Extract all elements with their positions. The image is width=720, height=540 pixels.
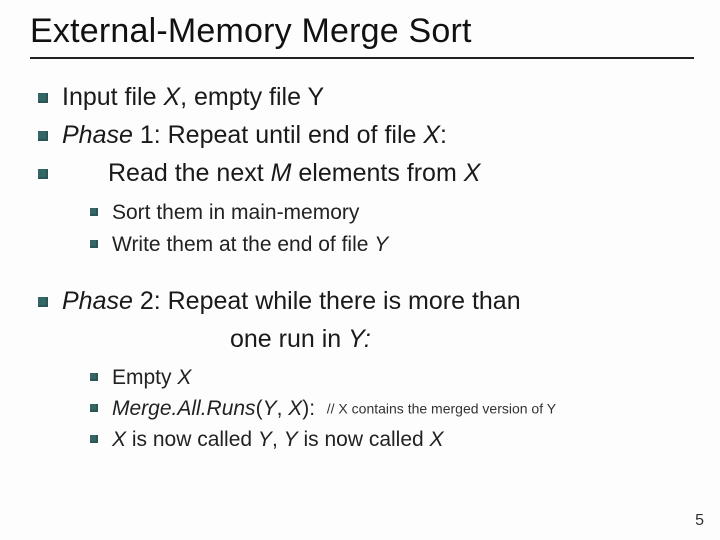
subbullet-empty-x: Empty X [86,363,694,392]
bullet-phase-2-cont: one run in Y: [30,323,694,357]
subbullet-sort: Sort them in main-memory [86,198,694,227]
text: Sort them in main-memory [112,201,359,224]
text: , [272,428,284,451]
spacer [30,271,694,285]
text: Empty [112,366,177,389]
var-x: X [163,83,180,111]
text: is now called [298,428,430,451]
text: 2: Repeat while there is more than [133,287,521,315]
text: Input file [62,83,163,111]
bullet-list-level1-b: Phase 2: Repeat while there is more than [30,285,694,319]
text: ): [302,397,315,420]
subbullet-write: Write them at the end of file Y [86,230,694,259]
fn-name: Merge.All.Runs [112,397,256,420]
text: Write them at the end of file [112,233,374,256]
var-y: Y [263,397,277,420]
text: : [440,121,447,149]
subbullet-merge-all-runs: Merge.All.Runs(Y, X): // X contains the … [86,394,694,423]
inline-comment: // X contains the merged version of Y [327,401,556,417]
var-y: Y [284,428,298,451]
var-y: Y: [348,325,371,353]
var-x: X [430,428,444,451]
text: , empty file Y [180,83,324,111]
bullet-phase-2: Phase 2: Repeat while there is more than [30,285,694,319]
var-y: Y [374,233,388,256]
bullet-phase-1: Phase 1: Repeat until end of file X: [30,119,694,153]
text: one run in [230,325,348,353]
var-x: X [288,397,302,420]
var-y: Y [258,428,272,451]
bullet-input-files: Input file X, empty file Y [30,81,694,115]
title-underline [30,57,694,59]
subbullet-swap-names: X is now called Y, Y is now called X [86,425,694,454]
bullet-list-level2-a: Sort them in main-memory Write them at t… [30,198,694,259]
slide-title: External-Memory Merge Sort [30,12,694,51]
var-m: M [271,159,292,187]
text: is now called [126,428,258,451]
bullet-list-level2-b: Empty X Merge.All.Runs(Y, X): // X conta… [30,363,694,455]
slide: External-Memory Merge Sort Input file X,… [0,0,720,540]
bullet-list-level1: Input file X, empty file Y Phase 1: Repe… [30,81,694,190]
phase-label: Phase [62,121,133,149]
var-x: X [464,159,481,187]
text: , [277,397,289,420]
text: 1: Repeat until end of file [133,121,423,149]
page-number: 5 [695,512,704,530]
var-x: X [177,366,191,389]
text: elements from [291,159,463,187]
text: ( [256,397,263,420]
bullet-read-elements: Read the next M elements from X [30,157,694,191]
text: Read the next [108,159,271,187]
var-x: X [112,428,126,451]
phase-label: Phase [62,287,133,315]
var-x: X [423,121,440,149]
